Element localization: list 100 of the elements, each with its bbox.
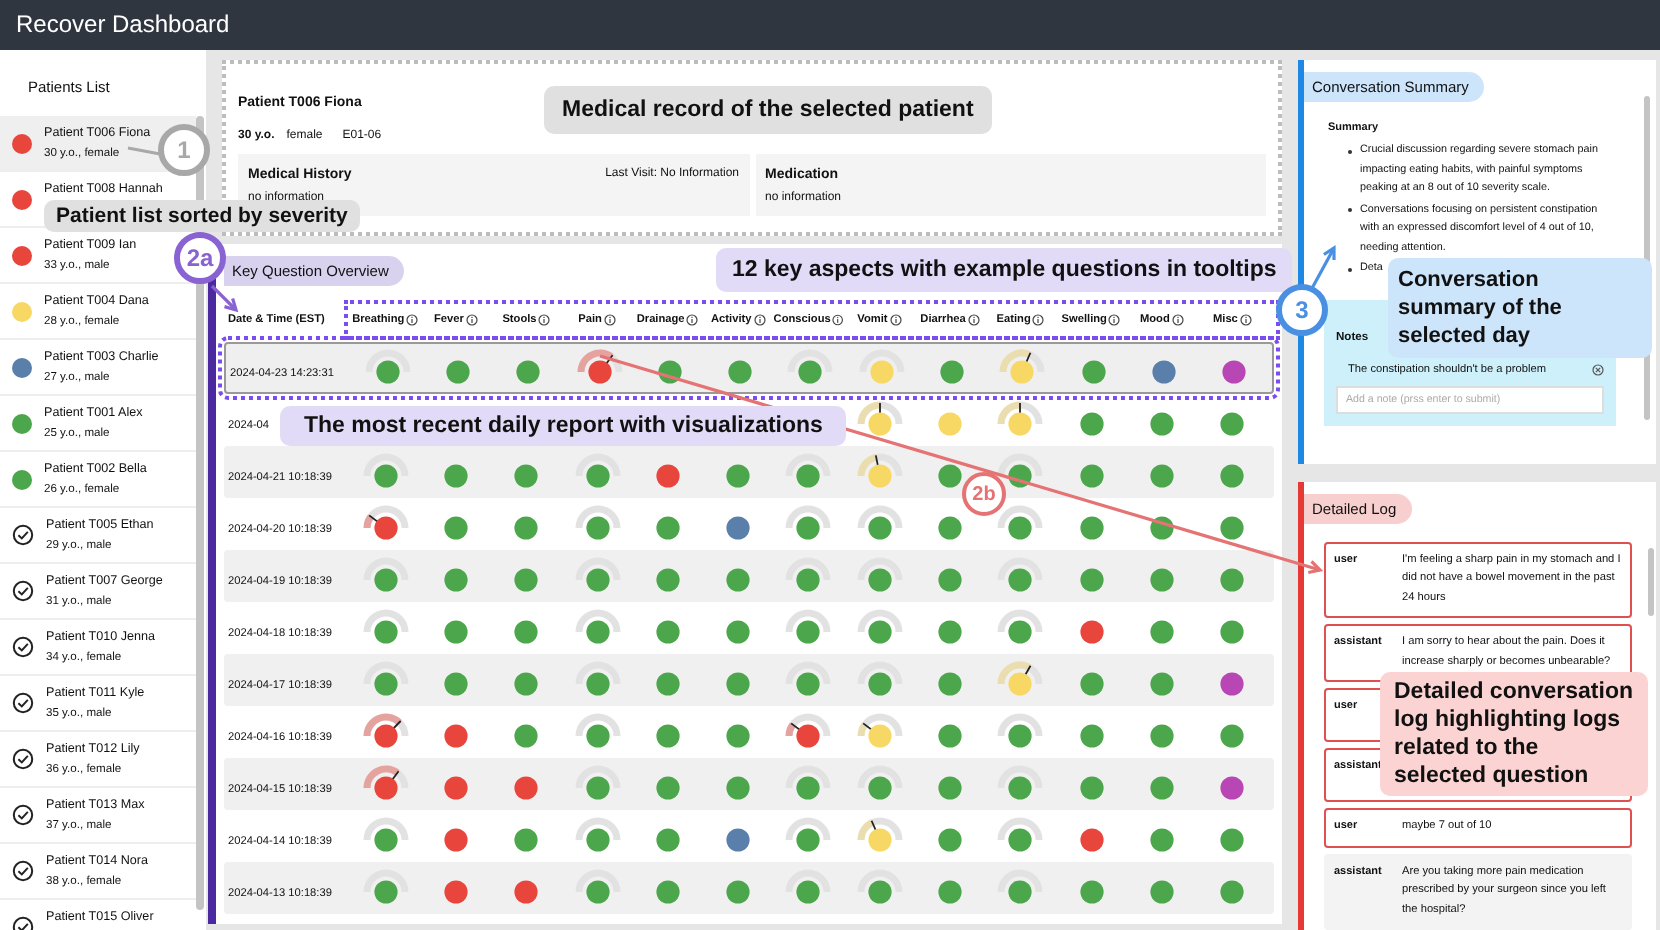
status-dot[interactable] <box>658 360 682 384</box>
status-dot[interactable] <box>867 880 892 904</box>
status-dot[interactable] <box>726 724 750 748</box>
status-dot[interactable] <box>938 568 962 592</box>
status-dot[interactable] <box>1220 880 1244 904</box>
status-dot[interactable] <box>726 828 750 852</box>
scrollbar[interactable] <box>1648 547 1654 615</box>
status-dot[interactable] <box>938 828 962 852</box>
info-icon[interactable] <box>1032 313 1045 326</box>
status-dot[interactable] <box>656 672 680 696</box>
status-dot[interactable] <box>1220 412 1244 436</box>
status-dot[interactable] <box>1220 776 1244 800</box>
status-dot[interactable] <box>656 724 680 748</box>
status-dot[interactable] <box>444 776 468 800</box>
status-dot[interactable] <box>797 828 821 852</box>
status-dot[interactable] <box>1150 568 1174 592</box>
status-dot[interactable] <box>938 620 962 644</box>
status-dot[interactable] <box>585 516 609 540</box>
status-dot[interactable] <box>797 464 821 488</box>
status-dot[interactable] <box>1009 672 1033 696</box>
status-dot[interactable] <box>514 620 539 644</box>
status-dot[interactable] <box>1079 568 1103 592</box>
status-dot[interactable] <box>585 724 609 748</box>
status-dot[interactable] <box>938 464 962 488</box>
status-dot[interactable] <box>1150 776 1174 800</box>
status-dot[interactable] <box>514 516 539 540</box>
status-dot[interactable] <box>373 880 397 904</box>
status-dot[interactable] <box>938 672 962 696</box>
status-dot[interactable] <box>938 880 962 904</box>
status-dot[interactable] <box>585 880 609 904</box>
status-dot[interactable] <box>1152 360 1176 384</box>
status-dot[interactable] <box>726 568 750 592</box>
status-dot[interactable] <box>797 620 821 644</box>
status-dot[interactable] <box>1150 724 1174 748</box>
info-icon[interactable] <box>465 313 478 326</box>
status-dot[interactable] <box>373 620 397 644</box>
status-dot[interactable] <box>656 620 680 644</box>
status-dot[interactable] <box>1079 672 1103 696</box>
status-dot[interactable] <box>656 568 680 592</box>
status-dot[interactable] <box>1079 412 1103 436</box>
status-dot[interactable] <box>1009 828 1033 852</box>
status-dot[interactable] <box>726 776 750 800</box>
status-dot[interactable] <box>797 776 821 800</box>
status-dot[interactable] <box>1081 360 1105 384</box>
status-dot[interactable] <box>585 620 609 644</box>
status-dot[interactable] <box>797 568 821 592</box>
status-dot[interactable] <box>726 516 750 540</box>
status-dot[interactable] <box>1150 412 1174 436</box>
status-dot[interactable] <box>938 412 962 436</box>
status-dot[interactable] <box>867 568 892 592</box>
status-dot[interactable] <box>799 360 823 384</box>
info-icon[interactable] <box>753 313 766 326</box>
status-dot[interactable] <box>726 620 750 644</box>
info-icon[interactable] <box>832 313 845 326</box>
info-icon[interactable] <box>686 313 699 326</box>
status-dot[interactable] <box>1222 360 1246 384</box>
status-dot[interactable] <box>514 724 539 748</box>
status-dot[interactable] <box>1079 724 1103 748</box>
status-dot[interactable] <box>728 360 752 384</box>
status-dot[interactable] <box>1009 412 1033 436</box>
status-dot[interactable] <box>373 516 397 540</box>
status-dot[interactable] <box>373 776 397 800</box>
status-dot[interactable] <box>1150 672 1174 696</box>
status-dot[interactable] <box>1220 620 1244 644</box>
status-dot[interactable] <box>1009 516 1033 540</box>
status-dot[interactable] <box>1150 828 1174 852</box>
status-dot[interactable] <box>867 464 892 488</box>
status-dot[interactable] <box>656 516 680 540</box>
status-dot[interactable] <box>585 672 609 696</box>
status-dot[interactable] <box>1220 568 1244 592</box>
status-dot[interactable] <box>1009 568 1033 592</box>
status-dot[interactable] <box>1079 464 1103 488</box>
status-dot[interactable] <box>1009 776 1033 800</box>
status-dot[interactable] <box>1011 360 1035 384</box>
status-dot[interactable] <box>867 828 892 852</box>
status-dot[interactable] <box>516 360 541 384</box>
status-dot[interactable] <box>373 672 397 696</box>
status-dot[interactable] <box>373 828 397 852</box>
status-dot[interactable] <box>656 828 680 852</box>
status-dot[interactable] <box>1079 776 1103 800</box>
status-dot[interactable] <box>585 776 609 800</box>
status-dot[interactable] <box>514 776 539 800</box>
status-dot[interactable] <box>514 672 539 696</box>
status-dot[interactable] <box>867 724 892 748</box>
status-dot[interactable] <box>867 412 892 436</box>
status-dot[interactable] <box>373 568 397 592</box>
status-dot[interactable] <box>446 360 470 384</box>
status-dot[interactable] <box>1009 464 1033 488</box>
status-dot[interactable] <box>585 828 609 852</box>
status-dot[interactable] <box>1150 620 1174 644</box>
status-dot[interactable] <box>867 672 892 696</box>
info-icon[interactable] <box>889 313 902 326</box>
status-dot[interactable] <box>938 776 962 800</box>
status-dot[interactable] <box>444 516 468 540</box>
status-dot[interactable] <box>444 568 468 592</box>
status-dot[interactable] <box>587 360 611 384</box>
status-dot[interactable] <box>1220 724 1244 748</box>
status-dot[interactable] <box>867 776 892 800</box>
status-dot[interactable] <box>375 360 399 384</box>
status-dot[interactable] <box>585 464 609 488</box>
